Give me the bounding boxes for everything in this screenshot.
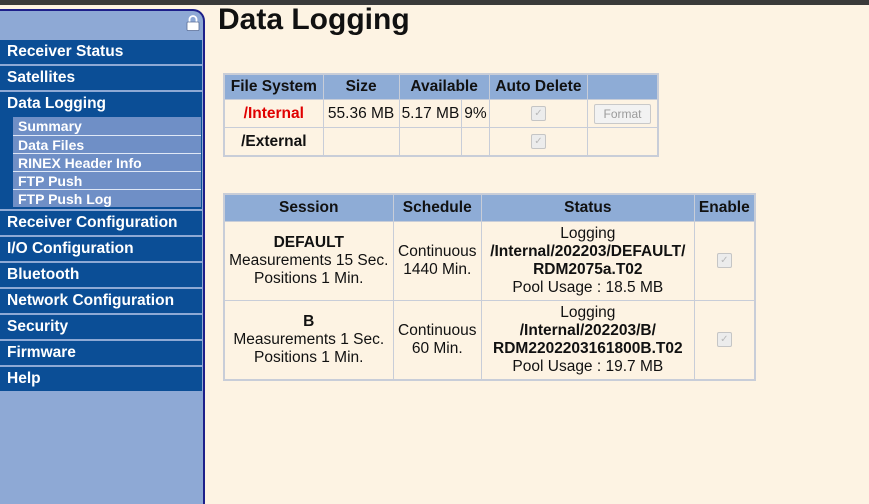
format-cell: Format xyxy=(587,99,659,128)
session-name: B xyxy=(303,313,315,330)
column-header-status: Status xyxy=(480,193,695,222)
sessions-table: Session Schedule Status Enable DEFAULT M… xyxy=(223,193,756,381)
status-path: /Internal/202203/DEFAULT/ xyxy=(490,243,686,260)
page-title: Data Logging xyxy=(218,3,410,36)
auto-delete-checkbox[interactable]: ✓ xyxy=(530,133,546,149)
sidebar-subitem-data-files[interactable]: Data Files xyxy=(13,135,201,153)
column-header-size: Size xyxy=(322,73,400,100)
sidebar-subitem-rinex-header-info[interactable]: RINEX Header Info xyxy=(13,153,201,171)
auto-delete-checkbox[interactable]: ✓ xyxy=(530,105,546,121)
data-logging-submenu: Summary Data Files RINEX Header Info FTP… xyxy=(0,116,202,209)
status-file: RDM2075a.T02 xyxy=(533,261,643,278)
schedule-duration: 60 Min. xyxy=(411,340,463,357)
status-pool-usage: Pool Usage : 18.5 MB xyxy=(512,279,664,296)
status-cell: Logging /Internal/202203/B/ RDM220220316… xyxy=(480,300,695,381)
column-header-session: Session xyxy=(223,193,394,222)
sidebar-subitem-summary[interactable]: Summary xyxy=(13,117,201,135)
status-text: Logging xyxy=(560,225,616,242)
enable-checkbox[interactable]: ✓ xyxy=(716,253,732,269)
file-system-table: File System Size Available Auto Delete /… xyxy=(223,73,659,157)
sidebar-item-receiver-status[interactable]: Receiver Status xyxy=(0,40,202,64)
sidebar-item-security[interactable]: Security xyxy=(0,315,202,339)
auto-delete-cell: ✓ xyxy=(488,127,589,157)
browser-top-bar xyxy=(0,0,869,5)
sidebar-item-satellites[interactable]: Satellites xyxy=(0,66,202,90)
enable-cell: ✓ xyxy=(693,221,756,301)
column-header-auto-delete: Auto Delete xyxy=(488,73,589,100)
session-cell: B Measurements 1 Sec. Positions 1 Min. xyxy=(223,300,394,381)
schedule-type: Continuous xyxy=(398,322,477,339)
column-header-action xyxy=(587,73,659,100)
sidebar-item-network-configuration[interactable]: Network Configuration xyxy=(0,289,202,313)
schedule-type: Continuous xyxy=(398,243,477,260)
sidebar-item-bluetooth[interactable]: Bluetooth xyxy=(0,263,202,287)
lock-icon xyxy=(186,15,200,31)
sidebar-subitem-ftp-push[interactable]: FTP Push xyxy=(13,171,201,189)
session-measurements: Measurements 1 Sec. xyxy=(233,331,385,348)
session-name: DEFAULT xyxy=(273,234,344,251)
file-system-size xyxy=(322,127,400,157)
session-positions: Positions 1 Min. xyxy=(254,270,364,287)
sidebar: Receiver Status Satellites Data Logging … xyxy=(0,9,205,504)
file-system-name: /Internal xyxy=(223,99,324,128)
status-file: RDM2202203161800B.T02 xyxy=(493,340,683,357)
sidebar-menu: Receiver Status Satellites Data Logging … xyxy=(0,40,202,393)
status-pool-usage: Pool Usage : 19.7 MB xyxy=(512,358,664,375)
file-system-name: /External xyxy=(223,127,324,157)
column-header-available: Available xyxy=(398,73,490,100)
table-row: /Internal 55.36 MB 5.17 MB 9% ✓ Format xyxy=(223,99,659,128)
status-cell: Logging /Internal/202203/DEFAULT/ RDM207… xyxy=(480,221,695,301)
sidebar-item-io-configuration[interactable]: I/O Configuration xyxy=(0,237,202,261)
file-system-available: 5.17 MB xyxy=(398,99,463,128)
file-system-size: 55.36 MB xyxy=(322,99,400,128)
table-row: DEFAULT Measurements 15 Sec. Positions 1… xyxy=(223,221,756,301)
file-system-available xyxy=(398,127,463,157)
session-measurements: Measurements 15 Sec. xyxy=(229,252,389,269)
column-header-schedule: Schedule xyxy=(392,193,482,222)
table-header-row: Session Schedule Status Enable xyxy=(223,193,756,222)
sidebar-item-receiver-configuration[interactable]: Receiver Configuration xyxy=(0,211,202,235)
sidebar-item-firmware[interactable]: Firmware xyxy=(0,341,202,365)
status-path: /Internal/202203/B/ xyxy=(519,322,656,339)
table-header-row: File System Size Available Auto Delete xyxy=(223,73,659,100)
sidebar-item-data-logging[interactable]: Data Logging xyxy=(0,92,202,116)
status-text: Logging xyxy=(560,304,616,321)
auto-delete-cell: ✓ xyxy=(488,99,589,128)
enable-cell: ✓ xyxy=(693,300,756,381)
column-header-file-system: File System xyxy=(223,73,324,100)
session-cell: DEFAULT Measurements 15 Sec. Positions 1… xyxy=(223,221,394,301)
column-header-enable: Enable xyxy=(693,193,756,222)
file-system-available-percent xyxy=(461,127,490,157)
table-row: B Measurements 1 Sec. Positions 1 Min. C… xyxy=(223,300,756,381)
format-cell xyxy=(587,127,659,157)
table-row: /External ✓ xyxy=(223,127,659,157)
sidebar-subitem-ftp-push-log[interactable]: FTP Push Log xyxy=(13,189,201,207)
session-positions: Positions 1 Min. xyxy=(254,349,364,366)
enable-checkbox[interactable]: ✓ xyxy=(716,332,732,348)
schedule-cell: Continuous 1440 Min. xyxy=(392,221,482,301)
schedule-duration: 1440 Min. xyxy=(403,261,472,278)
file-system-available-percent: 9% xyxy=(461,99,490,128)
format-button[interactable]: Format xyxy=(594,103,652,124)
sidebar-item-help[interactable]: Help xyxy=(0,367,202,391)
schedule-cell: Continuous 60 Min. xyxy=(392,300,482,381)
